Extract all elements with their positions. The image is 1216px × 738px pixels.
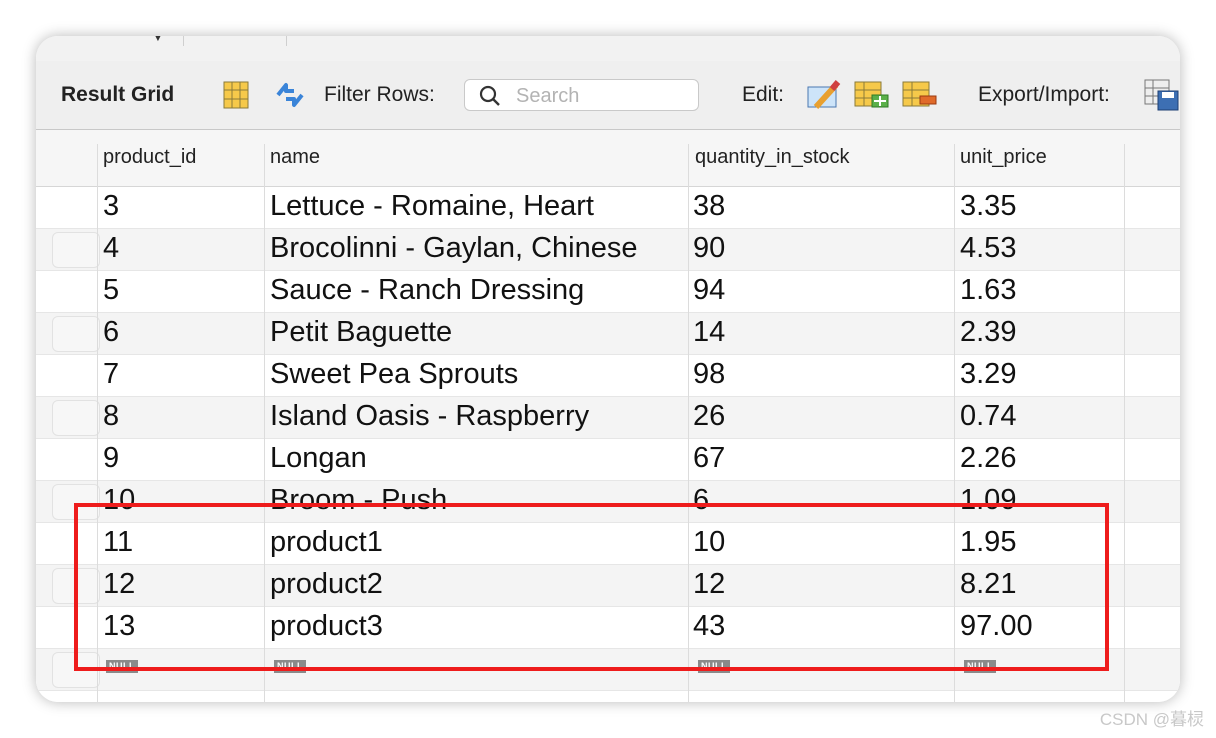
cell-unit-price[interactable]: 4.53 [960,232,1016,265]
table-row[interactable]: 8 Island Oasis - Raspberry 26 0.74 [36,397,1180,439]
cell-quantity-in-stock[interactable]: 14 [693,316,725,349]
refresh-icon[interactable] [274,81,306,109]
cell-quantity-in-stock[interactable]: 67 [693,442,725,475]
cell-name[interactable]: Longan [270,442,367,475]
table-row[interactable]: 9 Longan 67 2.26 [36,439,1180,481]
row-selector[interactable] [52,232,100,268]
divider [286,36,287,46]
cell-unit-price[interactable]: 1.63 [960,274,1016,307]
search-placeholder: Search [516,85,580,107]
table-row[interactable]: 4 Brocolinni - Gaylan, Chinese 90 4.53 [36,229,1180,271]
cell-quantity-in-stock[interactable]: 98 [693,358,725,391]
row-selector[interactable] [52,316,100,352]
cell-product-id[interactable]: 6 [103,316,119,349]
filter-search-input[interactable]: Search [464,79,699,111]
cell-product-id[interactable]: 9 [103,442,119,475]
dropdown-arrow-icon[interactable]: ▼ [152,36,164,44]
cell-product-id[interactable]: 8 [103,400,119,433]
column-divider [1124,144,1125,702]
cell-quantity-in-stock[interactable]: 38 [693,190,725,223]
cell-unit-price[interactable]: 0.74 [960,400,1016,433]
filter-rows-label: Filter Rows: [324,83,435,106]
cell-quantity-in-stock[interactable]: 90 [693,232,725,265]
column-header-unit-price[interactable]: unit_price [960,146,1047,169]
column-header-name[interactable]: name [270,146,320,169]
cell-unit-price[interactable]: 2.26 [960,442,1016,475]
watermark: CSDN @暮棂 [1099,710,1204,729]
edit-label: Edit: [742,83,785,106]
cell-name[interactable]: Lettuce - Romaine, Heart [270,190,594,223]
cell-unit-price[interactable]: 3.35 [960,190,1016,223]
export-import-label: Export/Import: [978,83,1110,106]
column-header-quantity-in-stock[interactable]: quantity_in_stock [695,146,850,169]
row-selector[interactable] [52,400,100,436]
table-row[interactable]: 6 Petit Baguette 14 2.39 [36,313,1180,355]
table-row[interactable]: 5 Sauce - Ranch Dressing 94 1.63 [36,271,1180,313]
add-row-icon[interactable] [854,81,890,109]
divider [183,36,184,46]
cell-product-id[interactable]: 4 [103,232,119,265]
grid-layout-icon[interactable] [223,81,249,109]
delete-row-icon[interactable] [902,81,938,109]
column-header-product-id[interactable]: product_id [103,146,196,169]
cell-product-id[interactable]: 5 [103,274,119,307]
cell-name[interactable]: Brocolinni - Gaylan, Chinese [270,232,638,265]
cell-name[interactable]: Sweet Pea Sprouts [270,358,518,391]
table-row[interactable]: 7 Sweet Pea Sprouts 98 3.29 [36,355,1180,397]
highlight-box [74,503,1109,671]
cell-product-id[interactable]: 3 [103,190,119,223]
table-row[interactable]: 3 Lettuce - Romaine, Heart 38 3.35 [36,187,1180,229]
cell-unit-price[interactable]: 3.29 [960,358,1016,391]
cell-name[interactable]: Island Oasis - Raspberry [270,400,589,433]
cell-product-id[interactable]: 7 [103,358,119,391]
edit-cell-icon[interactable] [806,77,842,111]
search-icon [479,85,500,106]
cell-name[interactable]: Petit Baguette [270,316,452,349]
cell-name[interactable]: Sauce - Ranch Dressing [270,274,584,307]
export-icon[interactable] [1144,79,1180,111]
editor-top-strip: ▼ [36,36,1180,62]
cell-quantity-in-stock[interactable]: 94 [693,274,725,307]
cell-unit-price[interactable]: 2.39 [960,316,1016,349]
cell-quantity-in-stock[interactable]: 26 [693,400,725,433]
result-grid-toolbar: Result Grid Filter Rows: Search Edit: Ex… [36,61,1180,130]
result-grid-title: Result Grid [61,83,175,106]
grid-header: product_id name quantity_in_stock unit_p… [36,130,1180,187]
